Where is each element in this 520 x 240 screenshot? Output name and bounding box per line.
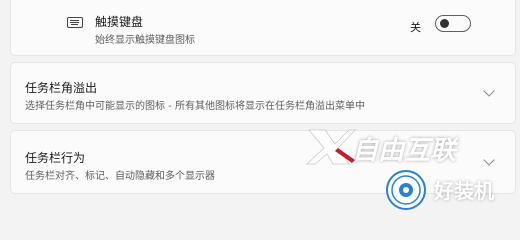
site-watermark-text: 好装机 [434,179,494,203]
corner-overflow-subtitle: 选择任务栏角中可能显示的图标 - 所有其他图标将显示在任务栏角溢出菜单中 [25,101,365,112]
corner-overflow-title: 任务栏角溢出 [25,81,98,95]
brand-watermark: 自由互联 [305,126,515,166]
corner-overflow-card[interactable]: 任务栏角溢出 选择任务栏角中可能显示的图标 - 所有其他图标将显示在任务栏角溢出… [10,62,516,124]
site-logo-icon [386,170,426,210]
toggle-knob [440,19,449,28]
taskbar-behaviors-subtitle: 任务栏对齐、标记、自动隐藏和多个显示器 [25,171,215,182]
touch-keyboard-subtitle: 始终显示触摸键盘图标 [95,35,195,46]
touch-keyboard-toggle[interactable] [435,15,471,32]
touch-keyboard-card: 触摸键盘 始终显示触摸键盘图标 关 [10,0,516,56]
touch-keyboard-title: 触摸键盘 [95,15,144,29]
x-logo-icon [305,129,356,165]
chevron-down-icon[interactable] [483,85,495,97]
site-watermark: 好装机 [384,166,516,214]
keyboard-icon [67,17,83,28]
toggle-state-label: 关 [410,21,421,34]
taskbar-behaviors-title: 任务栏行为 [25,151,86,165]
brand-watermark-text: 自由互联 [352,136,457,166]
